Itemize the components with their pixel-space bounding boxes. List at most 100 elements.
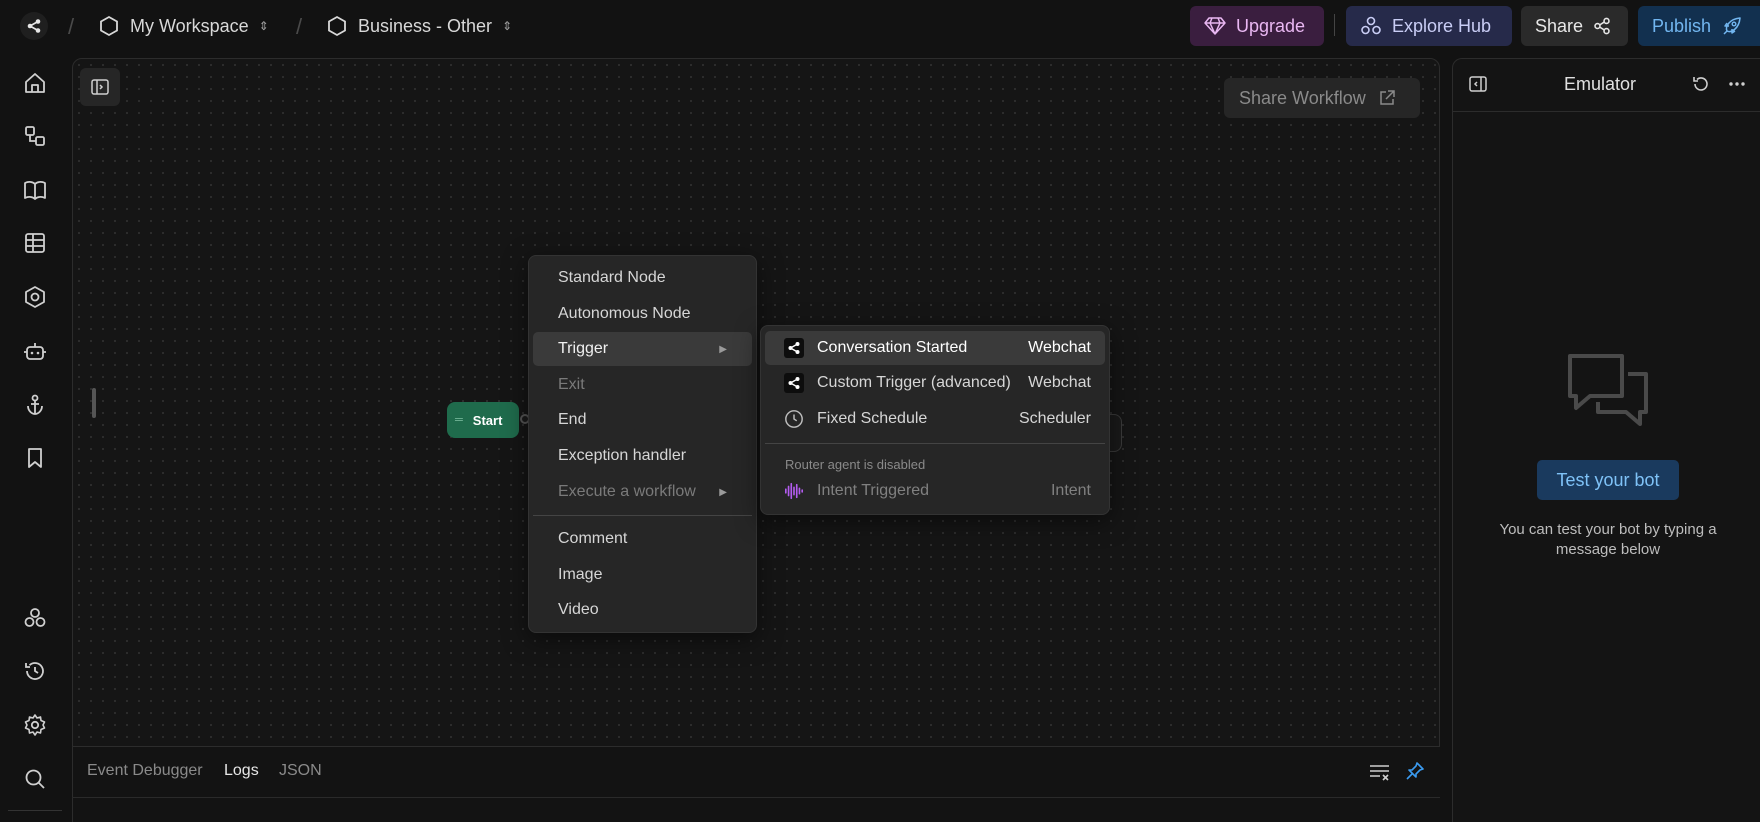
pin-icon[interactable] (1405, 761, 1425, 781)
workflow-icon[interactable] (20, 121, 50, 151)
tab-logs[interactable]: Logs (224, 762, 259, 780)
trigger-label: Intent Triggered (817, 482, 930, 499)
history-icon[interactable] (20, 656, 50, 686)
menu-divider (533, 515, 752, 516)
router-disabled-note: Router agent is disabled (785, 457, 926, 472)
explore-hub-button[interactable]: Explore Hub (1346, 6, 1512, 46)
tab-json[interactable]: JSON (279, 762, 322, 780)
rocket-icon (1723, 17, 1741, 35)
hub-icon[interactable] (20, 603, 50, 633)
hexagon-icon (100, 15, 118, 37)
debugger-panel (72, 746, 1440, 822)
menu-item-image[interactable]: Image (533, 558, 752, 592)
trigger-intent-triggered: Intent Triggered Intent (765, 474, 1105, 508)
integrations-icon[interactable] (20, 282, 50, 312)
trigger-tag: Webchat (1028, 374, 1091, 391)
share-label: Share (1535, 15, 1584, 36)
clear-logs-icon[interactable] (1369, 762, 1391, 782)
emulator-panel (1452, 58, 1760, 822)
menu-item-standard-node[interactable]: Standard Node (533, 261, 752, 295)
trigger-tag: Webchat (1028, 339, 1091, 356)
bookmark-icon[interactable] (20, 443, 50, 473)
collapse-panel-icon[interactable] (1468, 74, 1488, 94)
trigger-fixed-schedule[interactable]: Fixed Schedule Scheduler (765, 402, 1105, 436)
sidebar-toggle-icon (91, 79, 109, 95)
trigger-custom-trigger[interactable]: Custom Trigger (advanced) Webchat (765, 366, 1105, 400)
bot-icon[interactable] (20, 336, 50, 366)
left-rail (0, 52, 70, 822)
menu-item-label: Execute a workflow (558, 483, 696, 500)
drag-grip-icon: ═ (455, 414, 463, 426)
publish-button[interactable]: Publish (1638, 6, 1760, 46)
resize-handle[interactable] (92, 388, 96, 418)
test-bot-button[interactable]: Test your bot (1537, 460, 1679, 500)
publish-label: Publish (1652, 15, 1712, 36)
divider (8, 810, 62, 811)
menu-item-label: Autonomous Node (558, 305, 691, 322)
menu-item-label: Image (558, 566, 603, 583)
hub-icon (1361, 16, 1381, 35)
share-workflow-button[interactable]: Share Workflow (1224, 78, 1420, 118)
add-node-menu: Standard Node Autonomous Node Trigger ▶ E… (528, 255, 757, 633)
trigger-conversation-started[interactable]: Conversation Started Webchat (765, 331, 1105, 365)
trigger-label: Fixed Schedule (817, 410, 928, 427)
project-name: Business - Other (358, 15, 493, 36)
start-node[interactable]: ═ Start (447, 402, 519, 438)
search-icon[interactable] (20, 764, 50, 794)
menu-item-trigger[interactable]: Trigger ▶ (533, 332, 752, 366)
menu-item-label: Standard Node (558, 269, 666, 286)
trigger-tag: Intent (1050, 482, 1091, 499)
emulator-title: Emulator (1563, 74, 1637, 94)
upgrade-button[interactable]: Upgrade (1190, 6, 1324, 46)
breadcrumb-separator: / (296, 14, 303, 39)
tab-event-debugger[interactable]: Event Debugger (87, 762, 203, 780)
share-icon (1594, 17, 1610, 35)
chat-bubbles-icon (1566, 350, 1650, 434)
emulator-hint: You can test your bot by typing a messag… (1499, 521, 1717, 558)
home-icon[interactable] (20, 68, 50, 98)
more-options-icon[interactable] (1727, 74, 1747, 94)
project-selector[interactable]: Business - Other ⇕ (326, 12, 512, 40)
chevron-updown-icon: ⇕ (502, 19, 513, 33)
upgrade-label: Upgrade (1236, 15, 1306, 36)
menu-divider (765, 443, 1105, 444)
waveform-icon (784, 481, 804, 501)
menu-item-label: End (558, 411, 587, 428)
caret-right-icon: ▶ (719, 343, 727, 355)
menu-item-video[interactable]: Video (533, 593, 752, 627)
workspace-selector[interactable]: My Workspace ⇕ (98, 12, 269, 40)
menu-item-exit[interactable]: Exit (533, 368, 752, 402)
workspace-name: My Workspace (130, 15, 249, 36)
hexagon-icon (328, 15, 346, 37)
clock-icon (784, 409, 804, 429)
share-icon (784, 373, 804, 393)
divider (1334, 14, 1335, 36)
share-icon (27, 19, 41, 33)
menu-item-end[interactable]: End (533, 403, 752, 437)
menu-item-label: Comment (558, 530, 628, 547)
breadcrumb-separator: / (68, 14, 75, 39)
menu-item-label: Trigger (558, 340, 609, 357)
trigger-label: Conversation Started (817, 339, 968, 356)
share-workflow-label: Share Workflow (1239, 87, 1366, 108)
settings-icon[interactable] (20, 710, 50, 740)
book-icon[interactable] (20, 175, 50, 205)
chevron-updown-icon: ⇕ (258, 19, 269, 33)
menu-item-exception-handler[interactable]: Exception handler (533, 439, 752, 473)
menu-item-comment[interactable]: Comment (533, 522, 752, 556)
toggle-panel-button[interactable] (80, 68, 120, 106)
menu-item-execute-workflow[interactable]: Execute a workflow ▶ (533, 475, 752, 509)
start-node-label: Start (472, 412, 503, 428)
trigger-label: Custom Trigger (advanced) (817, 374, 1011, 391)
table-icon[interactable] (20, 228, 50, 258)
caret-right-icon: ▶ (719, 486, 727, 498)
menu-item-autonomous-node[interactable]: Autonomous Node (533, 297, 752, 331)
anchor-icon[interactable] (20, 390, 50, 420)
divider (72, 797, 1440, 798)
refresh-icon[interactable] (1691, 74, 1711, 94)
trigger-submenu: Conversation Started Webchat Custom Trig… (760, 325, 1110, 515)
share-button[interactable]: Share (1521, 6, 1628, 46)
menu-item-label: Exit (558, 376, 585, 393)
diamond-icon (1204, 17, 1226, 35)
app-logo[interactable] (20, 12, 48, 40)
